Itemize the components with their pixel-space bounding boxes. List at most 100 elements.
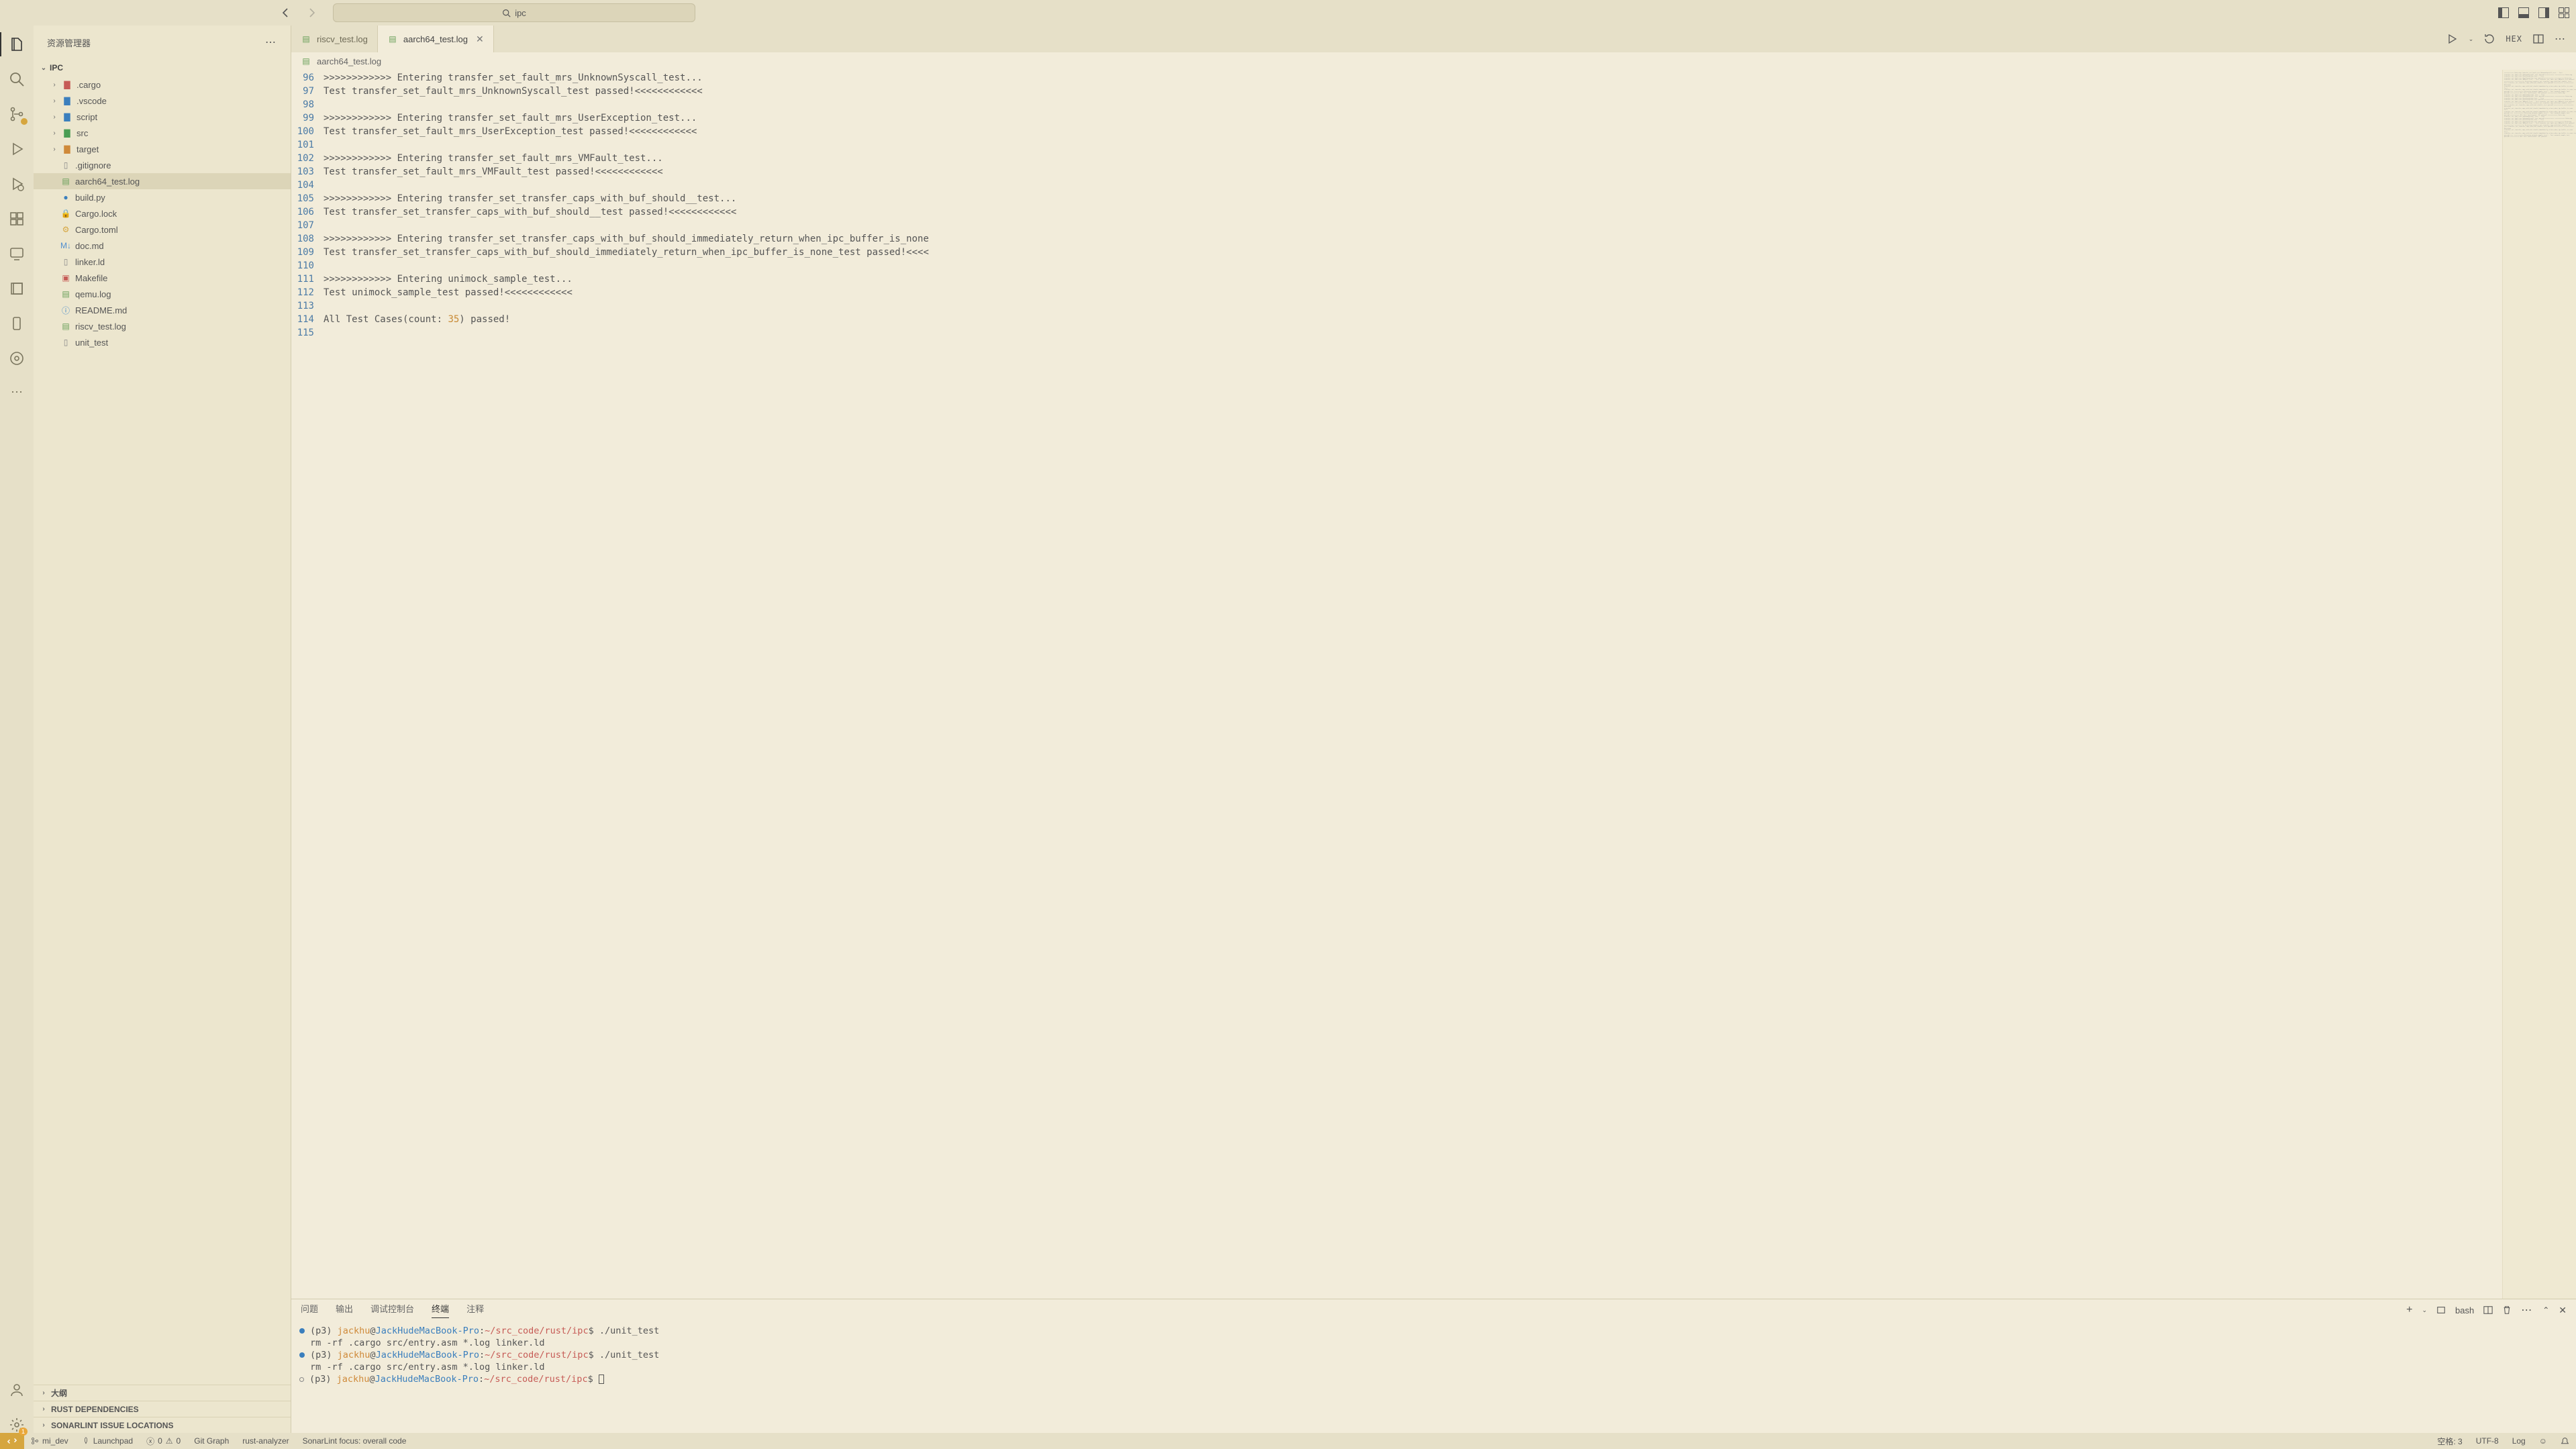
tree-file[interactable]: ▯ .gitignore — [34, 157, 291, 173]
hex-button[interactable]: HEX — [2506, 34, 2522, 44]
sidebar-section[interactable]: ›SONARLINT ISSUE LOCATIONS — [34, 1417, 291, 1433]
run-icon[interactable] — [2447, 34, 2458, 44]
folder-icon: ▇ — [62, 79, 72, 90]
toggle-panel-icon[interactable] — [2518, 7, 2529, 18]
code-line: Test transfer_set_fault_mrs_UserExceptio… — [324, 125, 697, 138]
tree-file[interactable]: ▤ qemu.log — [34, 286, 291, 302]
code-line: All Test Cases(count: 35) passed! — [324, 313, 510, 326]
account-icon[interactable] — [9, 1382, 25, 1398]
status-indent[interactable]: 空格: 3 — [2430, 1433, 2469, 1449]
sidebar-section[interactable]: ›RUST DEPENDENCIES — [34, 1401, 291, 1417]
panel-tab[interactable]: 调试控制台 — [370, 1302, 414, 1318]
maximize-panel-icon[interactable]: ⌃ — [2542, 1305, 2549, 1315]
close-tab-icon[interactable]: ✕ — [476, 34, 484, 45]
command-center[interactable]: ipc — [333, 3, 695, 22]
settings-badge: 1 — [19, 1428, 28, 1436]
remote-indicator[interactable] — [0, 1433, 24, 1449]
file-icon: 🔒 — [60, 208, 71, 219]
line-number: 97 — [291, 85, 324, 98]
code-line: Test transfer_set_transfer_caps_with_buf… — [324, 205, 736, 219]
more-activity-icon[interactable]: ⋯ — [9, 385, 25, 401]
tree-file[interactable]: ⓘ README.md — [34, 302, 291, 318]
source-control-icon[interactable] — [9, 106, 25, 122]
shell-label[interactable]: bash — [2455, 1305, 2474, 1315]
close-panel-icon[interactable]: ✕ — [2559, 1305, 2567, 1316]
editor-tab[interactable]: ▤ aarch64_test.log ✕ — [378, 26, 494, 52]
tree-folder[interactable]: › ▇ .vscode — [34, 93, 291, 109]
panel-tab[interactable]: 问题 — [301, 1302, 318, 1318]
nav-back-icon[interactable] — [281, 7, 291, 18]
panel-tab[interactable]: 输出 — [336, 1302, 353, 1318]
terminal-dropdown-icon[interactable]: ⌄ — [2422, 1307, 2427, 1314]
rust-activity-icon[interactable] — [9, 350, 25, 366]
device-icon[interactable] — [9, 315, 25, 332]
chevron-right-icon: › — [40, 1389, 47, 1397]
tree-file[interactable]: ▤ riscv_test.log — [34, 318, 291, 334]
status-language[interactable]: Log — [2506, 1433, 2532, 1449]
tree-file[interactable]: ⚙ Cargo.toml — [34, 221, 291, 238]
run-dropdown-icon[interactable]: ⌄ — [2469, 36, 2474, 43]
line-number: 112 — [291, 286, 324, 299]
toggle-secondary-sidebar-icon[interactable] — [2538, 7, 2549, 18]
status-launchpad[interactable]: Launchpad — [75, 1433, 140, 1449]
tree-file[interactable]: M↓ doc.md — [34, 238, 291, 254]
panel-actions: + ⌄ bash ⋯ ⌃ ✕ — [2406, 1303, 2567, 1317]
kill-terminal-icon[interactable] — [2502, 1305, 2512, 1315]
tree-file[interactable]: ● build.py — [34, 189, 291, 205]
status-feedback-icon[interactable]: ☺ — [2532, 1433, 2554, 1449]
tree-file[interactable]: ▯ unit_test — [34, 334, 291, 350]
search-activity-icon[interactable] — [9, 71, 25, 87]
sidebar-root[interactable]: ⌄ IPC — [34, 59, 291, 77]
status-encoding[interactable]: UTF-8 — [2469, 1433, 2506, 1449]
panel-more-icon[interactable]: ⋯ — [2521, 1303, 2533, 1317]
line-number: 96 — [291, 71, 324, 85]
nav-forward-icon[interactable] — [306, 7, 317, 18]
settings-icon[interactable]: 1 — [9, 1417, 25, 1433]
tree-folder[interactable]: › ▇ src — [34, 125, 291, 141]
remote-explorer-icon[interactable] — [9, 246, 25, 262]
line-number: 98 — [291, 98, 324, 111]
file-icon: ● — [60, 192, 71, 203]
tree-file[interactable]: ▤ aarch64_test.log — [34, 173, 291, 189]
history-icon[interactable] — [2484, 34, 2495, 44]
panel-tab[interactable]: 注释 — [466, 1302, 484, 1318]
sidebar-section[interactable]: ›大纲 — [34, 1385, 291, 1401]
status-rust-analyzer[interactable]: rust-analyzer — [236, 1433, 295, 1449]
code-line: >>>>>>>>>>>> Entering transfer_set_fault… — [324, 152, 663, 165]
tree-file[interactable]: ▣ Makefile — [34, 270, 291, 286]
tab-more-icon[interactable]: ⋯ — [2555, 32, 2567, 46]
minimap[interactable]: >>>>>>>>>>>> Entering transfer_set_fault… — [2502, 70, 2576, 1299]
tree-folder[interactable]: › ▇ .cargo — [34, 77, 291, 93]
customize-layout-icon[interactable] — [2559, 7, 2569, 18]
panel-tab[interactable]: 终端 — [432, 1302, 449, 1318]
tree-file[interactable]: 🔒 Cargo.lock — [34, 205, 291, 221]
toggle-primary-sidebar-icon[interactable] — [2498, 7, 2509, 18]
status-warning-count: 0 — [177, 1436, 181, 1446]
terminal[interactable]: (p3) jackhu@JackHudeMacBook-Pro:~/src_co… — [291, 1321, 2576, 1433]
run-debug-icon[interactable] — [9, 141, 25, 157]
status-notifications-icon[interactable] — [2554, 1433, 2576, 1449]
shell-icon — [2436, 1305, 2446, 1315]
explorer-icon[interactable] — [9, 36, 25, 52]
window-icon[interactable] — [9, 281, 25, 297]
run-debug-alt-icon[interactable] — [9, 176, 25, 192]
new-terminal-icon[interactable]: + — [2406, 1304, 2412, 1316]
tree-item-label: riscv_test.log — [75, 321, 126, 332]
code-line: Test unimock_sample_test passed!<<<<<<<<… — [324, 286, 573, 299]
sidebar-more-icon[interactable]: ⋯ — [265, 36, 277, 49]
extensions-icon[interactable] — [9, 211, 25, 227]
status-sonarlint[interactable]: SonarLint focus: overall code — [296, 1433, 413, 1449]
chevron-right-icon: › — [51, 113, 58, 121]
editor-tab[interactable]: ▤ riscv_test.log — [291, 26, 378, 52]
code-line: >>>>>>>>>>>> Entering transfer_set_fault… — [324, 111, 697, 125]
status-gitgraph[interactable]: Git Graph — [187, 1433, 236, 1449]
breadcrumb[interactable]: ▤ aarch64_test.log — [291, 52, 2576, 70]
tree-folder[interactable]: › ▇ script — [34, 109, 291, 125]
editor[interactable]: 96 >>>>>>>>>>>> Entering transfer_set_fau… — [291, 70, 2502, 1299]
status-branch[interactable]: mi_dev — [24, 1433, 75, 1449]
split-terminal-icon[interactable] — [2483, 1305, 2493, 1315]
split-editor-icon[interactable] — [2533, 34, 2544, 44]
tree-folder[interactable]: › ▇ target — [34, 141, 291, 157]
status-problems[interactable]: ⓧ 0 ⚠ 0 — [140, 1433, 187, 1449]
tree-file[interactable]: ▯ linker.ld — [34, 254, 291, 270]
